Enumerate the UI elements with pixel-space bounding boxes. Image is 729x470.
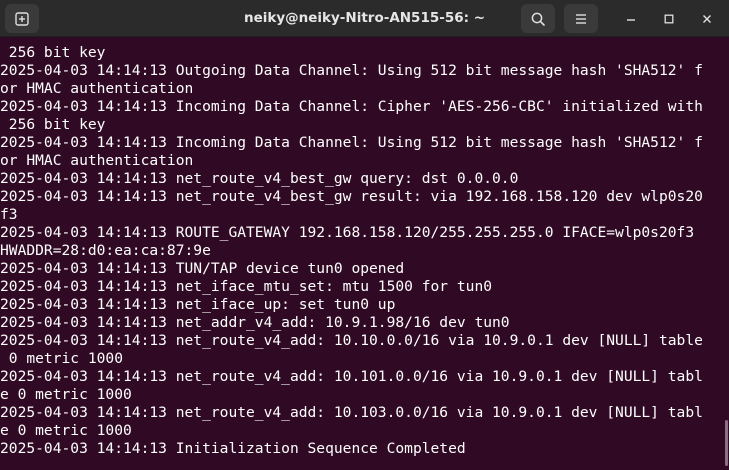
title-bar[interactable]: neiky@neiky-Nitro-AN515-56: ~: [0, 0, 729, 37]
terminal-line: 2025-04-03 14:14:13 net_iface_mtu_set: m…: [0, 278, 493, 295]
menu-button[interactable]: [564, 4, 598, 33]
close-icon: [703, 15, 711, 23]
terminal-line: 2025-04-03 14:14:13 net_route_v4_add: 10…: [0, 368, 703, 385]
terminal-line: 2025-04-03 14:14:13 ROUTE_GATEWAY 192.16…: [0, 224, 695, 241]
terminal-line: 0 metric 1000: [0, 350, 124, 367]
terminal-output[interactable]: 256 bit key 2025-04-03 14:14:13 Outgoing…: [0, 44, 729, 470]
terminal-line: 2025-04-03 14:14:13 net_route_v4_best_gw…: [0, 188, 703, 205]
maximize-button[interactable]: [659, 9, 679, 29]
terminal-window: neiky@neiky-Nitro-AN515-56: ~ 256 bit ke…: [0, 0, 729, 470]
terminal-line: 2025-04-03 14:14:13 net_route_v4_add: 10…: [0, 404, 703, 421]
new-tab-button[interactable]: [5, 4, 39, 33]
terminal-line: e 0 metric 1000: [0, 422, 132, 439]
hamburger-menu-icon: [576, 13, 586, 24]
terminal-line: 2025-04-03 14:14:13 TUN/TAP device tun0 …: [0, 260, 405, 277]
terminal-line: 2025-04-03 14:14:13 net_route_v4_add: 10…: [0, 332, 703, 349]
terminal-line: 2025-04-03 14:14:13 Incoming Data Channe…: [0, 98, 703, 115]
minimize-icon: [627, 19, 635, 21]
search-button[interactable]: [521, 4, 555, 33]
terminal-line: 2025-04-03 14:14:13 Initialization Seque…: [0, 440, 466, 457]
terminal-line: 2025-04-03 14:14:13 Incoming Data Channe…: [0, 134, 703, 151]
window-title: neiky@neiky-Nitro-AN515-56: ~: [243, 10, 486, 26]
terminal-line: 2025-04-03 14:14:13 net_addr_v4_add: 10.…: [0, 314, 510, 331]
close-button[interactable]: [697, 9, 717, 29]
terminal-line: 2025-04-03 14:14:13 net_route_v4_best_gw…: [0, 170, 519, 187]
terminal-line: 256 bit key: [0, 44, 106, 61]
terminal-line: e 0 metric 1000: [0, 386, 132, 403]
terminal-line: 2025-04-03 14:14:13 net_iface_up: set tu…: [0, 296, 396, 313]
maximize-icon: [664, 14, 674, 24]
search-icon: [531, 12, 545, 26]
terminal-line: or HMAC authentication: [0, 80, 194, 97]
terminal-line: or HMAC authentication: [0, 152, 194, 169]
terminal-line: 2025-04-03 14:14:13 Outgoing Data Channe…: [0, 62, 703, 79]
terminal-scrollbar[interactable]: [725, 420, 728, 466]
new-tab-icon: [15, 11, 29, 26]
terminal-line: f3: [0, 206, 18, 223]
terminal-line: HWADDR=28:d0:ea:ca:87:9e: [0, 242, 211, 259]
terminal-line: 256 bit key: [0, 116, 106, 133]
minimize-button[interactable]: [621, 9, 641, 29]
